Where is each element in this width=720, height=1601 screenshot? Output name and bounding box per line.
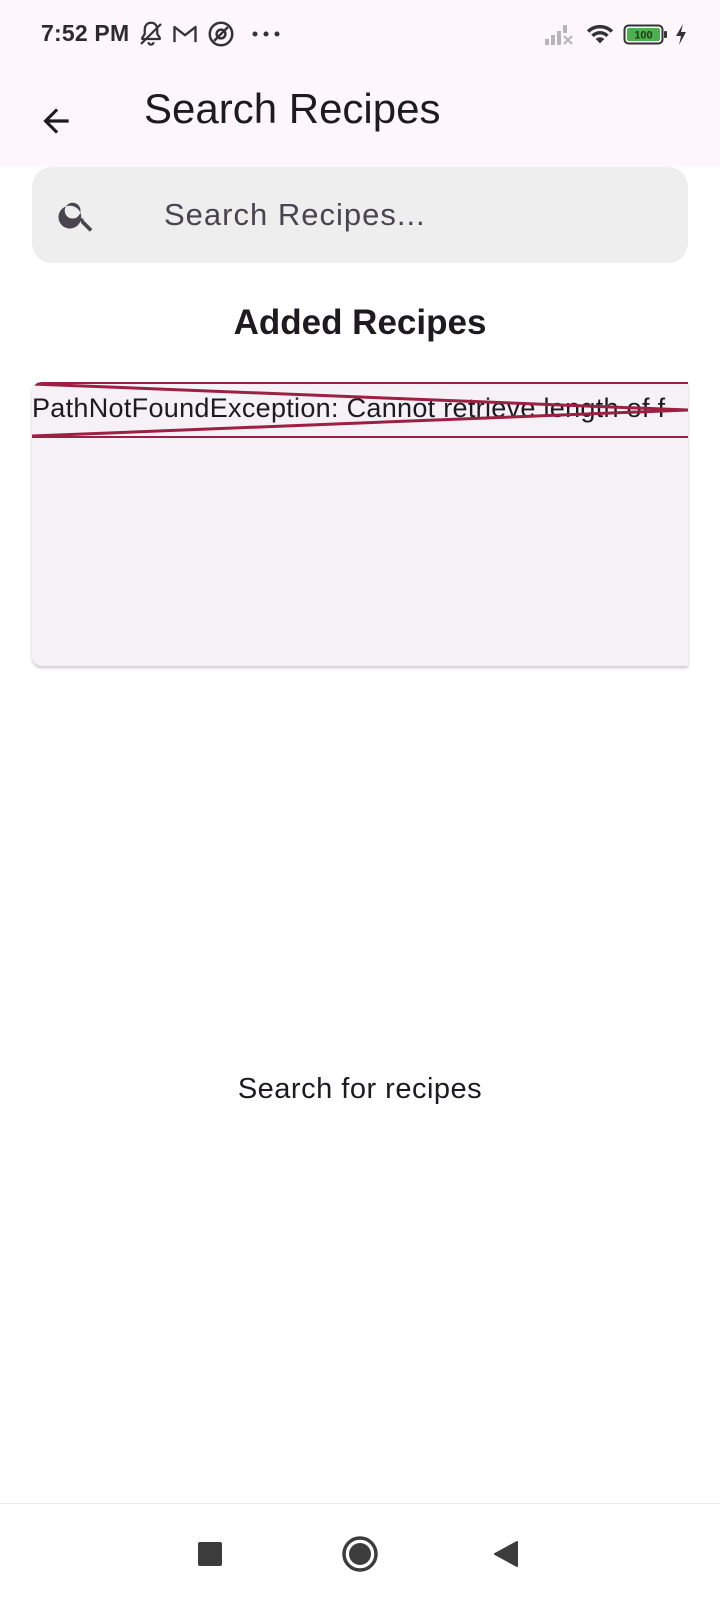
gmail-icon (171, 19, 199, 49)
battery-level: 100 (634, 30, 652, 42)
at-sign-icon (206, 19, 236, 49)
recents-button[interactable] (180, 1524, 240, 1584)
home-circle-icon (342, 1536, 378, 1572)
status-bar: 7:52 PM 100 (0, 0, 720, 70)
back-triangle-icon (494, 1541, 518, 1567)
search-bar[interactable] (32, 167, 694, 263)
charging-bolt-icon (673, 19, 689, 49)
home-button[interactable] (330, 1524, 390, 1584)
recents-square-icon (198, 1542, 222, 1566)
error-cross-lines (32, 382, 688, 438)
navigation-bar (0, 1503, 720, 1601)
added-recipes-list: PathNotFoundException: Cannot retrieve l… (32, 382, 688, 666)
empty-state-message: Search for recipes (237, 1073, 483, 1105)
added-recipes-heading: Added Recipes (233, 303, 487, 342)
signal-off-icon (543, 19, 575, 49)
bell-off-icon (136, 19, 166, 49)
search-input[interactable] (132, 185, 694, 245)
page-title: Search Recipes (144, 85, 441, 132)
status-time: 7:52 PM (41, 20, 130, 46)
arrow-back-icon (43, 108, 69, 134)
back-button[interactable] (22, 87, 90, 155)
system-back-button[interactable] (476, 1524, 536, 1584)
search-icon (58, 202, 93, 232)
app-bar: Search Recipes (0, 70, 720, 167)
battery-icon: 100 (623, 19, 669, 49)
wifi-icon (584, 19, 616, 49)
error-banner: PathNotFoundException: Cannot retrieve l… (32, 382, 688, 438)
more-dots-icon (250, 19, 282, 49)
